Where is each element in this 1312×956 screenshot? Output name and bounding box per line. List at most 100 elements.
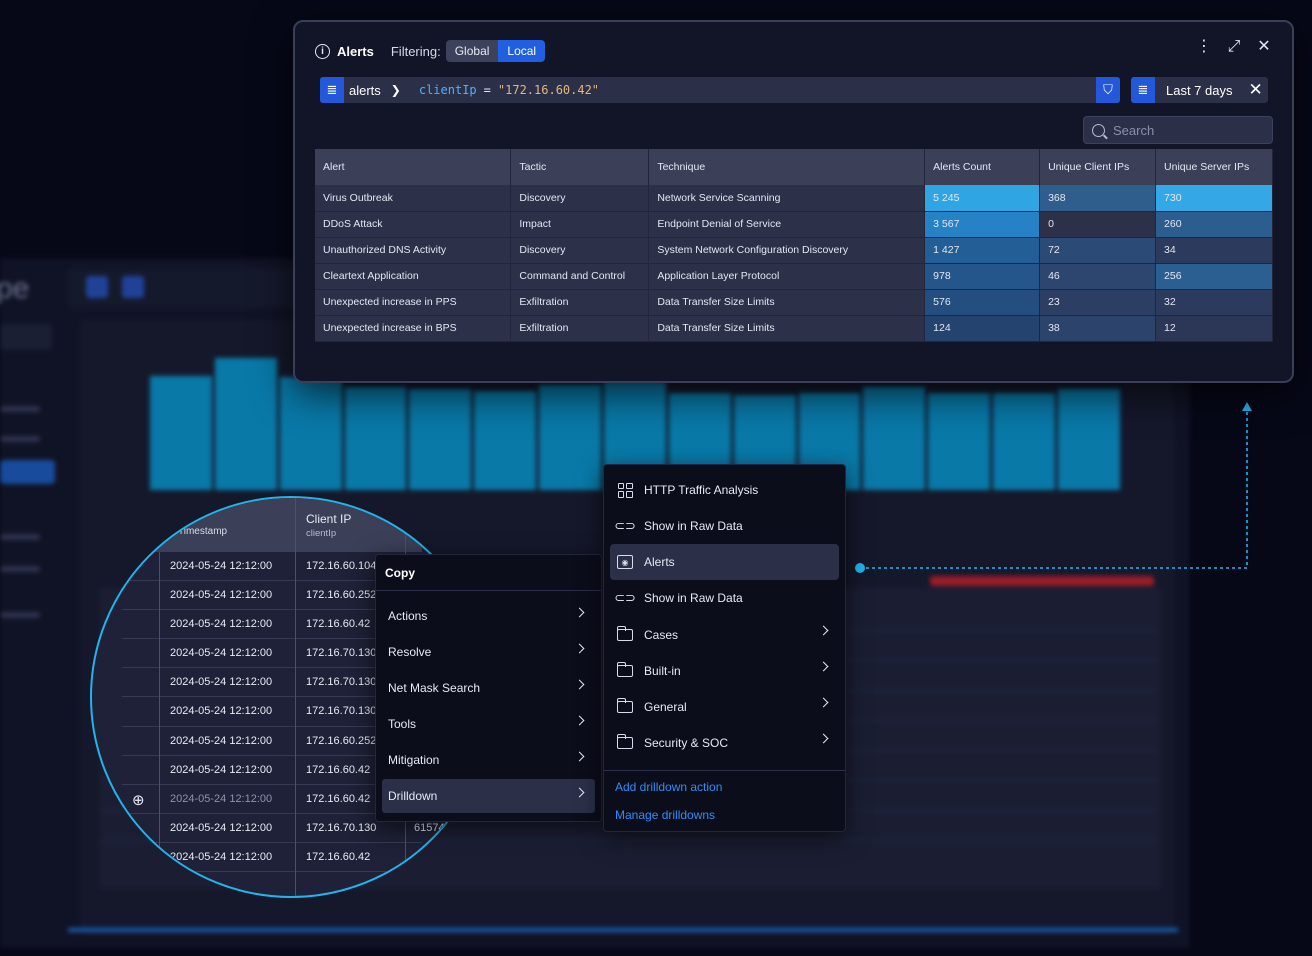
client-ip-cell[interactable]: 172.16.60.42 — [306, 764, 370, 776]
timestamp-cell: 2024-05-24 12:12:00 — [170, 647, 273, 660]
background-sidebar-item — [0, 436, 40, 442]
filter-icon[interactable]: ⛉ — [1096, 77, 1120, 103]
client-ip-cell[interactable]: 172.16.60.42 — [306, 851, 370, 863]
menu-item-resolve[interactable]: Resolve — [382, 635, 595, 669]
zoom-in-icon[interactable]: ⊕ — [132, 791, 148, 809]
query-operator: = — [483, 83, 491, 97]
background-bar — [863, 386, 926, 490]
query-bar[interactable]: ≣ alerts ❯ clientIp = "172.16.60.42" ⛉ — [320, 77, 1120, 103]
drilldown-item-label: General — [644, 700, 687, 714]
alert-name-cell: Cleartext Application — [315, 263, 512, 290]
column-header-client-ip[interactable]: Client IP — [306, 512, 351, 526]
menu-item-mitigation[interactable]: Mitigation — [382, 743, 595, 777]
query-source[interactable]: alerts — [349, 83, 381, 98]
alert-name-cell: Unexpected increase in PPS — [315, 289, 512, 316]
client-ip-cell[interactable]: 172.16.70.130 — [306, 705, 376, 717]
client-ip-cell[interactable]: 172.16.60.252 — [306, 735, 376, 747]
add-drilldown-action-link[interactable]: Add drilldown action — [615, 780, 722, 794]
unique-client-ips-cell: 23 — [1039, 289, 1157, 316]
menu-divider — [376, 590, 601, 591]
client-ip-cell[interactable]: 172.16.70.130 — [306, 647, 376, 659]
tactic-cell: Impact — [510, 211, 650, 238]
background-bar — [279, 377, 342, 490]
tactic-cell: Exfiltration — [510, 315, 650, 342]
time-range-picker[interactable]: ≣ Last 7 days ✕ — [1131, 77, 1268, 103]
alerts-count-cell: 3 567 — [924, 211, 1041, 238]
drilldown-item-label: Built-in — [644, 664, 681, 678]
menu-item-actions[interactable]: Actions — [382, 599, 595, 633]
drilldown-item-show-in-raw-data[interactable]: ⊂⊃ Show in Raw Data — [610, 508, 839, 544]
table-row[interactable]: Unexpected increase in PPS Exfiltration … — [315, 289, 1273, 316]
search-box[interactable] — [1083, 116, 1273, 144]
context-menu: Copy Actions Resolve Net Mask Search Too… — [375, 554, 602, 822]
more-vertical-icon[interactable]: ⋮ — [1196, 39, 1212, 55]
client-ip-cell[interactable]: 172.16.70.130 — [306, 822, 376, 834]
table-row[interactable]: DDoS Attack Impact Endpoint Denial of Se… — [315, 211, 1273, 238]
column-divider — [159, 552, 160, 896]
drilldown-item-built-in[interactable]: Built-in — [610, 653, 839, 689]
alerts-count-cell: 576 — [924, 289, 1041, 316]
menu-item-copy[interactable]: Copy — [385, 566, 415, 580]
close-icon[interactable]: ✕ — [1256, 39, 1272, 55]
drilldown-item-http-traffic-analysis[interactable]: HTTP Traffic Analysis — [610, 472, 839, 508]
drilldown-item-show-in-raw-data[interactable]: ⊂⊃ Show in Raw Data — [610, 580, 839, 616]
column-header-alert[interactable]: Alert — [315, 149, 512, 185]
alert-name-cell: Unexpected increase in BPS — [315, 315, 512, 342]
table-row[interactable]: Unauthorized DNS Activity Discovery Syst… — [315, 237, 1273, 264]
chevron-right-icon — [574, 751, 585, 762]
table-header-row: Alert Tactic Technique Alerts Count Uniq… — [315, 149, 1273, 185]
client-ip-cell[interactable]: 172.16.70.130 — [306, 676, 376, 688]
column-header-tactic[interactable]: Tactic — [510, 149, 650, 185]
background-bar — [539, 385, 602, 490]
column-header-unique-server-ips[interactable]: Unique Server IPs — [1155, 149, 1273, 185]
tactic-cell: Discovery — [510, 185, 650, 212]
column-header-technique[interactable]: Technique — [648, 149, 926, 185]
drilldown-item-security-soc[interactable]: Security & SOC — [610, 725, 839, 761]
chevron-down-icon[interactable]: ❯ — [391, 83, 401, 97]
menu-item-label: Drilldown — [388, 789, 438, 803]
drilldown-item-cases[interactable]: Cases — [610, 617, 839, 653]
column-header-timestamp[interactable]: Timestamp — [178, 526, 227, 537]
data-source-icon[interactable]: ≣ — [320, 77, 344, 103]
link-icon: ⊂⊃ — [614, 518, 636, 533]
client-ip-cell[interactable]: 172.16.60.104 — [306, 560, 376, 572]
search-input[interactable] — [1113, 122, 1263, 138]
menu-item-label: Actions — [388, 609, 428, 623]
menu-item-drilldown[interactable]: Drilldown — [382, 779, 595, 813]
client-ip-cell[interactable]: 172.16.60.42 — [306, 618, 370, 630]
column-header-unique-client-ips[interactable]: Unique Client IPs — [1039, 149, 1157, 185]
query-value: "172.16.60.42" — [497, 83, 600, 97]
expand-icon[interactable]: ⤢ — [1226, 39, 1242, 55]
filter-global-button[interactable]: Global — [445, 40, 499, 62]
background-scrollbar — [68, 928, 1178, 932]
calendar-icon[interactable]: ≣ — [1131, 77, 1155, 103]
info-icon[interactable]: i — [315, 43, 330, 59]
client-ip-cell[interactable]: 172.16.60.252 — [306, 589, 376, 601]
filter-local-button[interactable]: Local — [498, 40, 546, 62]
menu-item-net-mask-search[interactable]: Net Mask Search — [382, 671, 595, 705]
query-key: clientIp — [418, 83, 477, 97]
drilldown-item-alerts[interactable]: ◉ Alerts — [610, 544, 839, 580]
technique-cell: System Network Configuration Discovery — [648, 237, 926, 264]
clear-time-icon[interactable]: ✕ — [1249, 80, 1263, 100]
unique-server-ips-cell: 32 — [1155, 289, 1273, 316]
drilldown-menu: HTTP Traffic Analysis ⊂⊃ Show in Raw Dat… — [603, 464, 846, 832]
query-input[interactable]: clientIp = "172.16.60.42" — [419, 83, 599, 97]
table-row[interactable]: Virus Outbreak Discovery Network Service… — [315, 185, 1273, 212]
menu-divider — [604, 770, 845, 771]
table-row[interactable]: 2024-05-24 12:12:00 172.16.60.42 — [122, 842, 422, 873]
menu-item-tools[interactable]: Tools — [382, 707, 595, 741]
manage-drilldowns-link[interactable]: Manage drilldowns — [615, 808, 715, 822]
client-ip-cell[interactable]: 172.16.60.42 — [306, 793, 370, 805]
timestamp-cell: 2024-05-24 12:12:00 — [170, 763, 273, 776]
table-row[interactable]: Unexpected increase in BPS Exfiltration … — [315, 315, 1273, 342]
drilldown-item-label: HTTP Traffic Analysis — [644, 483, 759, 497]
column-header-alerts-count[interactable]: Alerts Count — [924, 149, 1041, 185]
timestamp-cell: 2024-05-24 12:12:00 — [170, 705, 273, 718]
technique-cell: Data Transfer Size Limits — [648, 315, 926, 342]
drilldown-item-general[interactable]: General — [610, 689, 839, 725]
time-range-label[interactable]: Last 7 days — [1166, 83, 1233, 98]
background-topbar-button — [122, 276, 144, 298]
panel-actions: ⋮ ⤢ ✕ — [1196, 39, 1272, 55]
table-row[interactable]: Cleartext Application Command and Contro… — [315, 263, 1273, 290]
